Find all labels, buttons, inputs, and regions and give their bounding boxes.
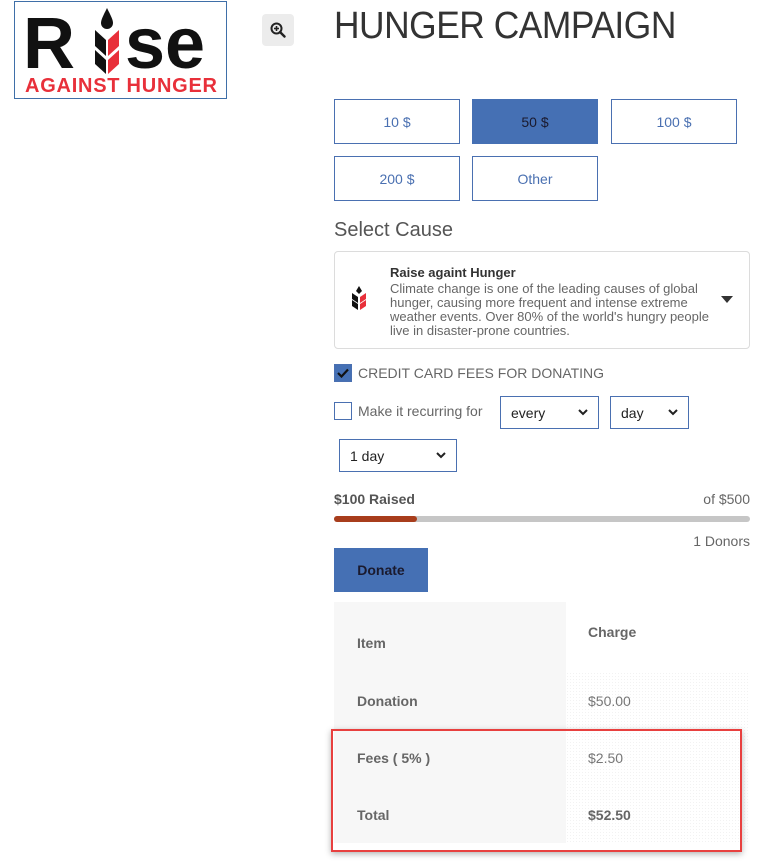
row-item: Total [334, 786, 566, 843]
recurring-option: Make it recurring for [334, 402, 482, 420]
table-row: Total $52.50 [334, 786, 750, 843]
credit-card-fees-label: CREDIT CARD FEES FOR DONATING [358, 365, 605, 381]
period-select-value: day [621, 404, 644, 421]
header-charge: Charge [566, 602, 750, 672]
amount-button-50[interactable]: 50 $ [472, 99, 598, 144]
progress-bar [334, 516, 750, 522]
header-item: Item [334, 602, 566, 672]
page-title: HUNGER CAMPAIGN [334, 5, 676, 47]
recurring-label: Make it recurring for [358, 403, 483, 419]
logo-letters-se: se [125, 4, 205, 84]
row-charge: $52.50 [566, 786, 750, 843]
logo-graphic: R se AGAINST HUNGER [23, 4, 218, 97]
credit-card-fees-option: CREDIT CARD FEES FOR DONATING [334, 364, 604, 382]
credit-card-fees-checkbox[interactable] [334, 364, 352, 382]
logo-wheat-icon [95, 8, 119, 74]
donors-count: 1 Donors [693, 533, 750, 549]
cause-description: Climate change is one of the leading cau… [390, 281, 709, 338]
amount-button-200[interactable]: 200 $ [334, 156, 460, 201]
row-charge: $2.50 [566, 729, 750, 786]
frequency-select[interactable]: every [500, 396, 599, 429]
recurring-checkbox[interactable] [334, 402, 352, 420]
amount-button-10[interactable]: 10 $ [334, 99, 460, 144]
cause-title: Raise againt Hunger [390, 265, 516, 280]
caret-down-icon [721, 296, 733, 303]
donate-button[interactable]: Donate [334, 548, 428, 592]
chevron-down-icon [436, 452, 446, 459]
zoom-in-icon [270, 22, 286, 38]
amount-button-100[interactable]: 100 $ [611, 99, 737, 144]
progress-bar-fill [334, 516, 418, 522]
frequency-select-value: every [511, 404, 546, 421]
image-zoom-button[interactable] [262, 14, 294, 46]
table-header-row: Item Charge [334, 602, 750, 672]
cause-dropdown[interactable]: Raise againt Hunger Climate change is on… [334, 251, 750, 349]
logo-letter-r: R [23, 4, 75, 84]
wheat-icon [352, 286, 366, 310]
amount-button-other[interactable]: Other [472, 156, 598, 201]
row-item: Fees ( 5% ) [334, 729, 566, 786]
rise-against-hunger-logo: R se AGAINST HUNGER [14, 1, 227, 99]
donation-summary-table: Item Charge Donation $50.00 Fees ( 5% ) … [334, 602, 750, 843]
duration-select-value: 1 day [350, 447, 385, 464]
table-row: Fees ( 5% ) $2.50 [334, 729, 750, 786]
row-item: Donation [334, 672, 566, 729]
row-charge: $50.00 [566, 672, 750, 729]
period-select[interactable]: day [610, 396, 689, 429]
logo-tagline: AGAINST HUNGER [25, 75, 218, 97]
duration-select[interactable]: 1 day [339, 439, 457, 472]
checkmark-icon [337, 368, 349, 378]
table-row: Donation $50.00 [334, 672, 750, 729]
chevron-down-icon [668, 409, 678, 416]
select-cause-label: Select Cause [334, 219, 453, 241]
chevron-down-icon [578, 409, 588, 416]
goal-amount: of $500 [703, 491, 750, 507]
raised-amount: $100 Raised [334, 491, 415, 507]
